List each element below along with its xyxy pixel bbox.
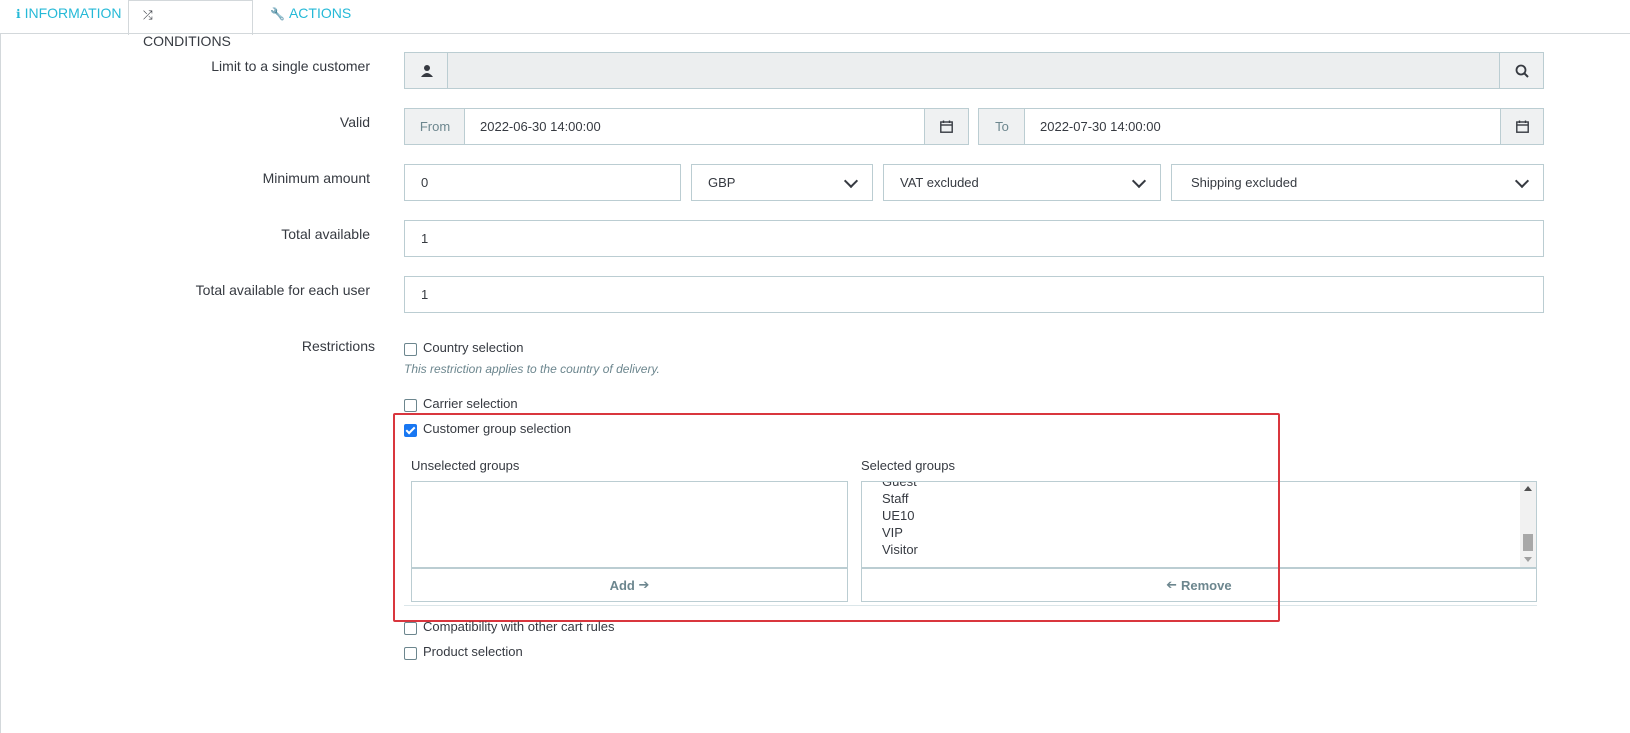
tab-bar: ℹ INFORMATION ⤮CONDITIONS 🔧 ACTIONS: [0, 0, 1630, 49]
compatibility-label: Compatibility with other cart rules: [423, 619, 615, 634]
total-each-user-label: Total available for each user: [195, 282, 370, 298]
country-help-text: This restriction applies to the country …: [404, 362, 660, 376]
tab-conditions[interactable]: ⤮CONDITIONS: [128, 0, 253, 49]
product-checkbox[interactable]: [404, 647, 417, 660]
country-checkbox[interactable]: [404, 343, 417, 356]
total-available-label: Total available: [281, 226, 370, 242]
scroll-up-icon[interactable]: [1524, 486, 1532, 491]
info-icon: ℹ: [16, 7, 21, 21]
customer-search-button[interactable]: [1499, 52, 1544, 89]
compatibility-checkbox[interactable]: [404, 622, 417, 635]
to-addon: To: [978, 108, 1025, 145]
from-addon: From: [404, 108, 465, 145]
user-icon-addon: [404, 52, 448, 89]
shipping-select[interactable]: Shipping excluded: [1171, 164, 1544, 201]
total-available-input[interactable]: 1: [404, 220, 1544, 257]
wrench-icon: 🔧: [270, 7, 285, 21]
country-label: Country selection: [423, 340, 524, 355]
list-scrollbar[interactable]: [1520, 482, 1536, 567]
highlight-box: [393, 413, 1280, 622]
date-to-input[interactable]: 2022-07-30 14:00:00: [1024, 108, 1501, 145]
scroll-down-icon[interactable]: [1524, 557, 1532, 562]
chevron-down-icon: [843, 173, 859, 188]
currency-select[interactable]: GBP: [691, 164, 873, 201]
tax-select[interactable]: VAT excluded: [883, 164, 1161, 201]
restrictions-label: Restrictions: [301, 338, 375, 354]
user-icon: [420, 65, 433, 77]
tab-actions[interactable]: 🔧 ACTIONS: [256, 0, 365, 34]
date-from-calendar[interactable]: [924, 108, 969, 145]
tab-information[interactable]: ℹ INFORMATION: [2, 0, 136, 34]
date-from-input[interactable]: 2022-06-30 14:00:00: [464, 108, 925, 145]
scroll-thumb[interactable]: [1523, 534, 1533, 551]
carrier-checkbox[interactable]: [404, 399, 417, 412]
customer-label: Limit to a single customer: [211, 58, 370, 74]
date-to-calendar[interactable]: [1500, 108, 1544, 145]
minimum-amount-label: Minimum amount: [262, 170, 370, 186]
minimum-amount-input[interactable]: 0: [404, 164, 681, 201]
calendar-icon: [940, 120, 953, 133]
chevron-down-icon: [1131, 173, 1147, 188]
product-label: Product selection: [423, 644, 523, 659]
total-each-user-input[interactable]: 1: [404, 276, 1544, 313]
chevron-down-icon: [1514, 173, 1530, 188]
valid-label: Valid: [339, 114, 370, 130]
carrier-label: Carrier selection: [423, 396, 518, 411]
calendar-icon: [1515, 120, 1529, 133]
customer-search-input[interactable]: [447, 52, 1500, 89]
search-icon: [1515, 64, 1529, 78]
shuffle-icon: ⤮: [143, 8, 153, 22]
